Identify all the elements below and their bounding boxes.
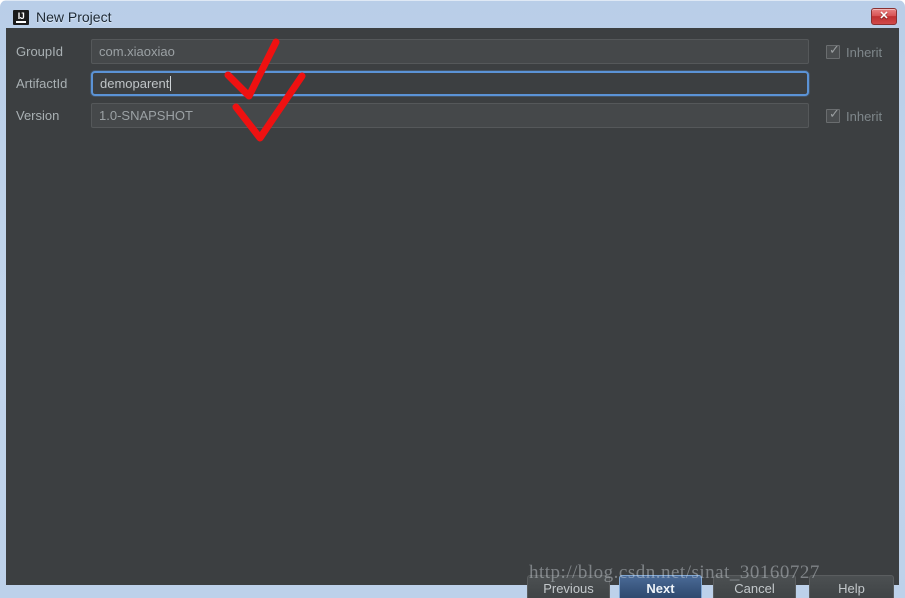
window-title: New Project — [36, 9, 112, 25]
inherit-checkbox-version[interactable]: ✓ — [826, 107, 840, 123]
close-icon: ✕ — [879, 10, 889, 22]
groupid-input-value: com.xiaoxiao — [99, 44, 175, 59]
previous-button[interactable]: Previous — [527, 575, 610, 598]
artifactid-input-value: demoparent — [100, 76, 170, 91]
help-button[interactable]: Help — [809, 575, 894, 598]
label-artifactid: ArtifactId — [16, 76, 68, 91]
title-bar[interactable]: IJ New Project ✕ — [0, 0, 905, 28]
label-groupid: GroupId — [16, 44, 63, 59]
groupid-input[interactable]: com.xiaoxiao — [91, 39, 809, 64]
form-row-version: Version 1.0-SNAPSHOT ✓ Inherit — [6, 101, 899, 133]
checkmark-icon: ✓ — [829, 107, 840, 122]
label-version: Version — [16, 108, 60, 123]
form-row-groupid: GroupId com.xiaoxiao ✓ Inherit — [6, 37, 899, 69]
inherit-label-groupid: Inherit — [846, 44, 883, 60]
inherit-label-version: Inherit — [846, 108, 883, 124]
artifactid-input[interactable]: demoparent — [91, 71, 809, 96]
checkmark-icon: ✓ — [829, 43, 840, 58]
version-input[interactable]: 1.0-SNAPSHOT — [91, 103, 809, 128]
dialog-button-bar: Previous Next Cancel Help — [6, 547, 899, 598]
text-caret — [170, 76, 172, 91]
inherit-group-groupid[interactable]: ✓ Inherit — [826, 42, 882, 62]
inherit-group-version[interactable]: ✓ Inherit — [826, 106, 882, 126]
close-button[interactable]: ✕ — [871, 8, 897, 25]
version-input-value: 1.0-SNAPSHOT — [99, 108, 193, 123]
inherit-checkbox-groupid[interactable]: ✓ — [826, 43, 840, 59]
next-button[interactable]: Next — [619, 575, 702, 598]
dialog-content: GroupId com.xiaoxiao ✓ Inherit ArtifactI… — [6, 28, 899, 598]
intellij-idea-icon: IJ — [13, 10, 29, 25]
form-row-artifactid: ArtifactId demoparent — [6, 69, 899, 101]
new-project-dialog-window: IJ New Project ✕ GroupId com.xiaoxiao ✓ … — [0, 0, 905, 598]
cancel-button[interactable]: Cancel — [713, 575, 796, 598]
